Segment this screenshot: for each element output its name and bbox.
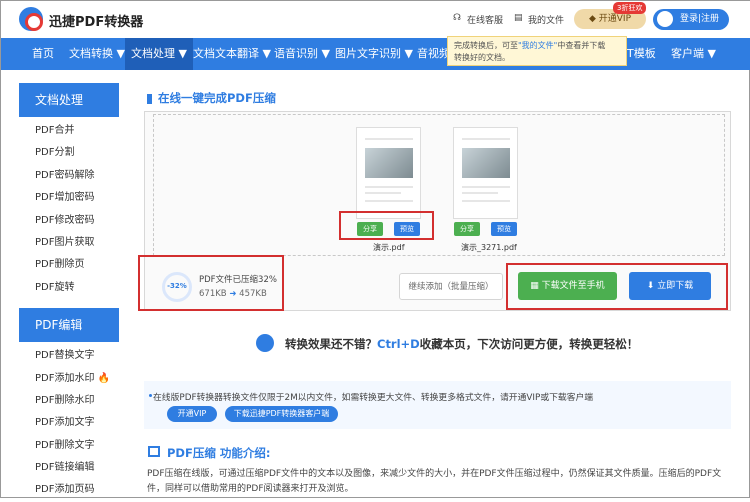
intro-body: PDF压缩在线版，可通过压缩PDF文件中的文本以及图像，来减少文件的大小，并在P… <box>147 469 722 494</box>
sidebar-item-pdf-split[interactable]: PDF分割 <box>19 142 119 164</box>
sidebar-item-pdf-rotate[interactable]: PDF旋转 <box>19 277 119 299</box>
logo-icon[interactable] <box>19 7 43 31</box>
vip-label: 开通VIP <box>598 14 632 24</box>
nav-speech[interactable]: 语音识别 ▼ <box>274 38 330 70</box>
nav-home[interactable]: 首页 <box>32 38 54 70</box>
nav-av[interactable]: 音视频 <box>417 38 450 70</box>
bullet-icon <box>149 394 152 397</box>
sidebar-section-doc-process[interactable]: 文档处理 <box>19 83 119 117</box>
sidebar-item-pdf-add-password[interactable]: PDF增加密码 <box>19 187 119 209</box>
top-bar: 迅捷PDF转换器 ☊ 在线客服 ▤ 我的文件 ◆ 开通VIP 3折狂欢 登录|注… <box>1 1 750 38</box>
sidebar-item-pdf-unlock[interactable]: PDF密码解除 <box>19 165 119 187</box>
headset-icon[interactable]: ☊ <box>453 13 461 23</box>
promo-text-2: 收藏本页，下次访问更方便，转换更轻松！ <box>419 337 639 351</box>
highlight-box <box>138 255 284 311</box>
file-icon[interactable]: ▤ <box>514 13 523 23</box>
main-nav: 首页 文档转换 ▼ 文档处理 ▼ 文档文本翻译 ▼ 语音识别 ▼ 图片文字识别 … <box>1 38 750 70</box>
file-thumbnail[interactable] <box>453 127 518 219</box>
fire-icon: 🔥 <box>97 372 111 384</box>
tooltip-link[interactable]: "我的文件" <box>518 41 557 50</box>
sidebar-item-label: PDF添加水印 <box>35 372 95 384</box>
sidebar-item-pdf-merge[interactable]: PDF合并 <box>19 120 119 142</box>
diamond-icon: ◆ <box>588 14 599 24</box>
avatar-icon <box>657 11 673 27</box>
sidebar-item-link-edit[interactable]: PDF链接编辑 <box>19 457 119 479</box>
highlight-box <box>506 263 728 310</box>
sidebar-item-add-page-number[interactable]: PDF添加页码 <box>19 479 119 501</box>
nav-ocr[interactable]: 图片文字识别 ▼ <box>335 38 413 70</box>
brand-name[interactable]: 迅捷PDF转换器 <box>49 11 143 30</box>
file-name: 演示.pdf <box>373 243 405 252</box>
intro-title: PDF压缩 功能介绍: <box>167 446 271 460</box>
sidebar-item-add-text[interactable]: PDF添加文字 <box>19 412 119 434</box>
sidebar-item-replace-text[interactable]: PDF替换文字 <box>19 345 119 367</box>
bookmark-hint: 转换效果还不错？Ctrl+D收藏本页，下次访问更方便，转换更轻松！ <box>285 336 638 352</box>
book-icon <box>148 446 160 457</box>
sidebar-item-delete-text[interactable]: PDF删除文字 <box>19 435 119 457</box>
online-service-link[interactable]: 在线客服 <box>467 13 503 26</box>
promo-text: 转换效果还不错？ <box>285 337 377 351</box>
sidebar-item-add-watermark[interactable]: PDF添加水印 🔥 <box>19 368 119 390</box>
nav-doc-convert[interactable]: 文档转换 ▼ <box>69 38 125 70</box>
sidebar-item-delete-watermark[interactable]: PDF删除水印 <box>19 390 119 412</box>
tooltip-text-2: 中查看并下载 <box>557 41 606 50</box>
download-client-button[interactable]: 下载迅捷PDF转换器客户端 <box>225 406 338 422</box>
share-button[interactable]: 分享 <box>454 222 480 236</box>
file-name: 演示_3271.pdf <box>461 243 517 252</box>
highlight-box <box>339 211 434 240</box>
nav-client[interactable]: 客户端 ▼ <box>671 38 716 70</box>
sidebar-item-pdf-change-password[interactable]: PDF修改密码 <box>19 210 119 232</box>
sidebar: 文档处理 PDF合并 PDF分割 PDF密码解除 PDF增加密码 PDF修改密码… <box>19 83 119 502</box>
nav-translate[interactable]: 文档文本翻译 ▼ <box>193 38 271 70</box>
page-title-text: 在线一键完成PDF压缩 <box>158 91 276 105</box>
preview-button[interactable]: 预览 <box>491 222 517 236</box>
sidebar-item-pdf-delete-page[interactable]: PDF删除页 <box>19 254 119 276</box>
sidebar-item-pdf-extract-images[interactable]: PDF图片获取 <box>19 232 119 254</box>
sidebar-section-pdf-edit[interactable]: PDF编辑 <box>19 308 119 343</box>
nav-templates[interactable]: T模板 <box>627 38 656 70</box>
limit-notice-text: 在线版PDF转换器转换文件仅限于2M以内文件，如需转换更大文件、转换更多格式文件… <box>153 393 594 403</box>
nav-doc-process[interactable]: 文档处理 ▼ <box>125 38 193 70</box>
tooltip-text-3: 转换好的文档。 <box>454 53 510 62</box>
smile-icon <box>256 334 274 352</box>
vip-promo-badge: 3折狂欢 <box>613 2 647 14</box>
my-files-link[interactable]: 我的文件 <box>528 13 564 26</box>
continue-add-button[interactable]: 继续添加（批量压缩） <box>399 273 503 300</box>
tooltip-text: 完成转换后，可至 <box>454 41 518 50</box>
file-drop-area[interactable] <box>153 114 725 256</box>
file-thumbnail[interactable] <box>356 127 421 219</box>
promo-shortcut: Ctrl+D <box>377 337 420 351</box>
page-title: 在线一键完成PDF压缩 <box>147 90 276 106</box>
my-files-tooltip: 完成转换后，可至"我的文件"中查看并下载 转换好的文档。 <box>447 36 627 66</box>
open-vip-button[interactable]: 开通VIP <box>167 406 217 422</box>
